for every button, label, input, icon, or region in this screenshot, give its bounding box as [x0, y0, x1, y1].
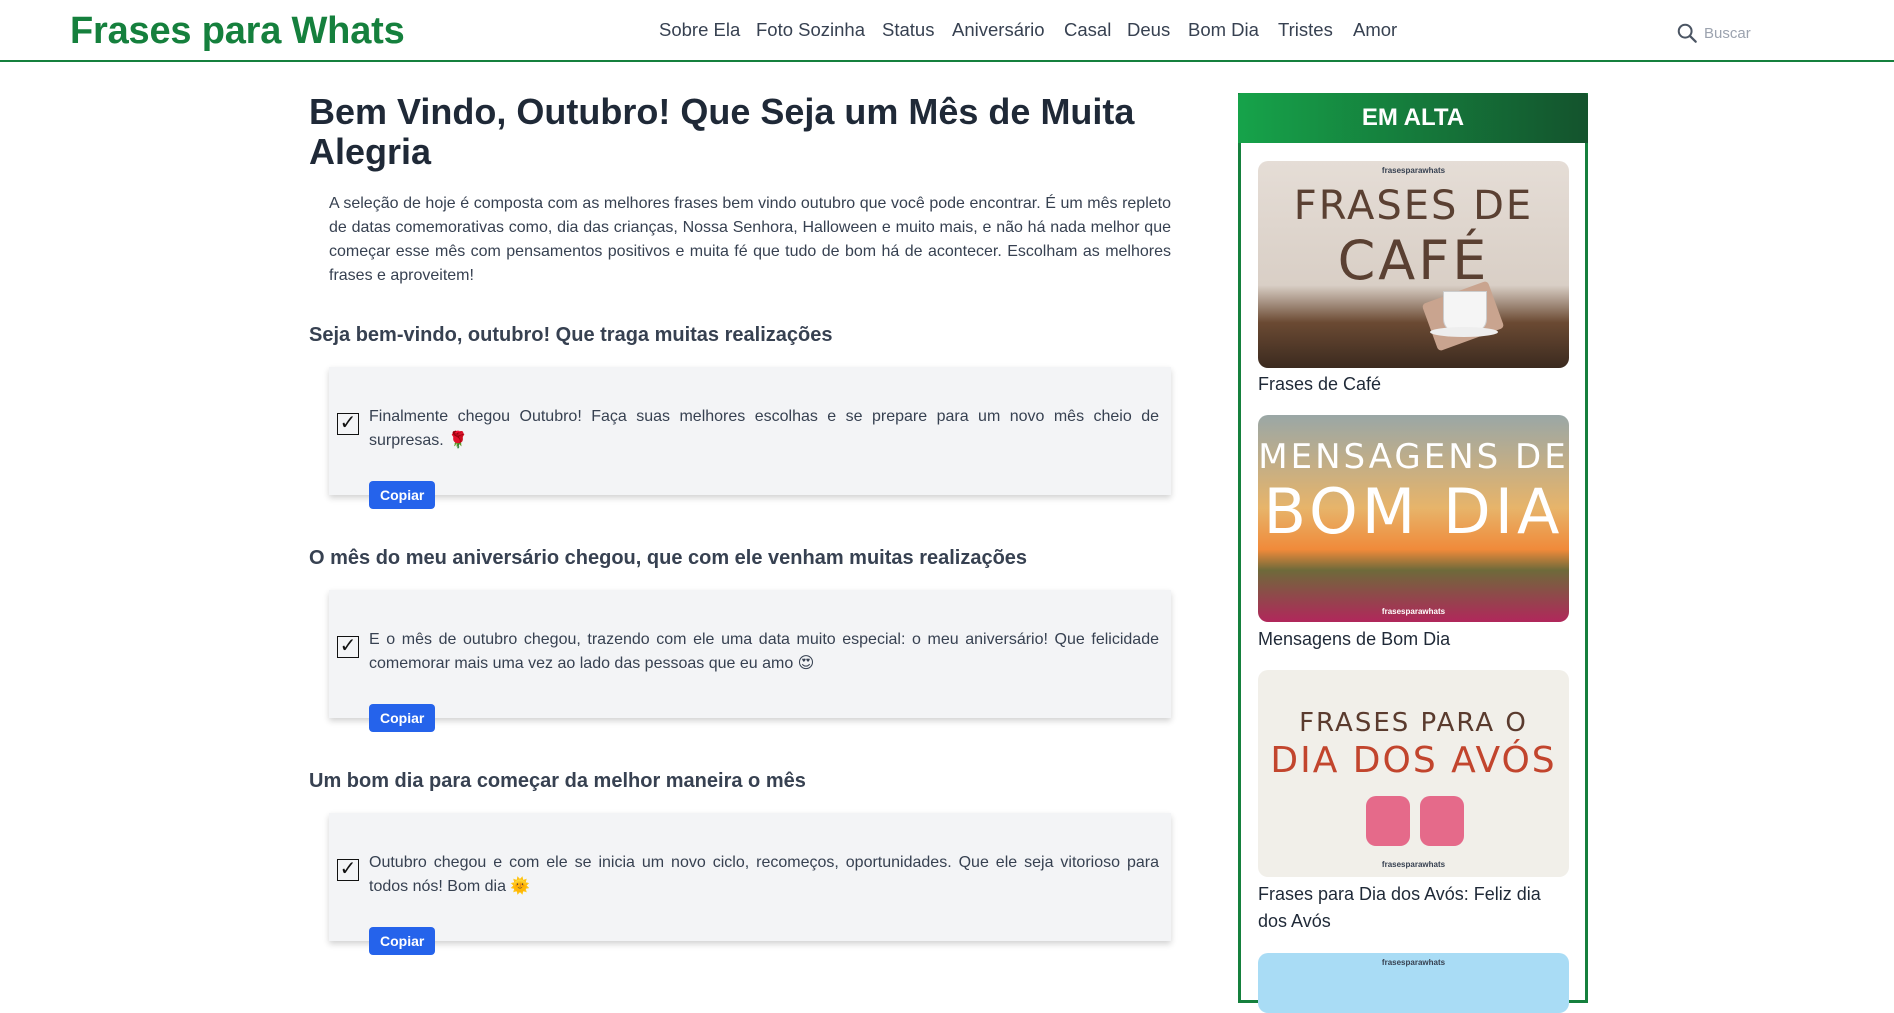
nav-bom-dia[interactable]: Bom Dia — [1188, 19, 1259, 41]
site-header: Frases para Whats Sobre Ela Foto Sozinha… — [0, 0, 1894, 62]
sidebar-item-caption[interactable]: Frases de Café — [1258, 371, 1558, 398]
nav-aniversario[interactable]: Aniversário — [952, 19, 1045, 41]
quote-text: E o mês de outubro chegou, trazendo com … — [369, 631, 1159, 672]
article-intro: A seleção de hoje é composta com as melh… — [329, 195, 1171, 284]
search-input[interactable] — [1702, 23, 1826, 43]
section-heading: Seja bem-vindo, outubro! Que traga muita… — [309, 324, 833, 346]
brand-watermark: frasesparawhats — [1381, 166, 1446, 175]
quote-card: ✓ Finalmente chegou Outubro! Faça suas m… — [329, 367, 1171, 509]
search-icon[interactable] — [1676, 22, 1698, 44]
nav-foto-sozinha[interactable]: Foto Sozinha — [756, 19, 865, 41]
brand-watermark: frasesparawhats — [1381, 607, 1446, 616]
thumbnail-mensagens-de-bom-dia[interactable]: MENSAGENS DE BOM DIA frasesparawhats — [1258, 415, 1569, 622]
brand-watermark: frasesparawhats — [1381, 860, 1446, 869]
sidebar-heading: EM ALTA — [1238, 93, 1588, 143]
thumbnail-text-line-2: CAFÉ — [1337, 229, 1490, 292]
nav-amor[interactable]: Amor — [1353, 19, 1397, 41]
thumbnail-text-line-1: FRASES DE — [1293, 183, 1534, 229]
grandfather-chair-icon — [1420, 796, 1464, 846]
quote-card: ✓ Outubro chegou e com ele se inicia um … — [329, 813, 1171, 955]
grandmother-chair-icon — [1366, 796, 1410, 846]
checkbox-icon: ✓ — [337, 859, 359, 881]
quote-section: Um bom dia para começar da melhor maneir… — [309, 770, 1171, 955]
thumbnail-text-line-1: FRASES PARA O — [1299, 708, 1528, 738]
search-box[interactable] — [1676, 22, 1826, 44]
thumbnail-frases-de-cafe[interactable]: frasesparawhats FRASES DE CAFÉ — [1258, 161, 1569, 368]
quote-section: Seja bem-vindo, outubro! Que traga muita… — [309, 324, 1171, 509]
copy-button[interactable]: Copiar — [369, 927, 436, 955]
site-logo[interactable]: Frases para Whats — [70, 10, 405, 53]
copy-button[interactable]: Copiar — [369, 704, 436, 732]
sidebar-item-caption[interactable]: Frases para Dia dos Avós: Feliz dia dos … — [1258, 881, 1558, 935]
trending-sidebar: EM ALTA frasesparawhats FRASES DE CAFÉ F… — [1238, 93, 1588, 1013]
saucer-shape — [1430, 327, 1498, 337]
thumbnail-text-line-2: BOM DIA — [1263, 475, 1564, 548]
copy-button[interactable]: Copiar — [369, 481, 436, 509]
quote-card: ✓ E o mês de outubro chegou, trazendo co… — [329, 590, 1171, 732]
quote-text: Finalmente chegou Outubro! Faça suas mel… — [369, 408, 1159, 449]
nav-tristes[interactable]: Tristes — [1278, 19, 1333, 41]
thumbnail-text-line-1: MENSAGENS DE — [1258, 437, 1569, 477]
section-heading: Um bom dia para começar da melhor maneir… — [309, 770, 806, 792]
quote-section: O mês do meu aniversário chegou, que com… — [309, 547, 1171, 732]
nav-casal[interactable]: Casal — [1064, 19, 1111, 41]
nav-status[interactable]: Status — [882, 19, 934, 41]
page-title: Bem Vindo, Outubro! Que Seja um Mês de M… — [309, 91, 1135, 172]
thumbnail-text-line-2: DIA DOS AVÓS — [1270, 740, 1557, 781]
nav-deus[interactable]: Deus — [1127, 19, 1170, 41]
thumbnail-partial[interactable]: frasesparawhats — [1258, 953, 1569, 1013]
article: Bem Vindo, Outubro! Que Seja um Mês de M… — [309, 91, 1171, 955]
nav-sobre-ela[interactable]: Sobre Ela — [659, 19, 740, 41]
section-heading: O mês do meu aniversário chegou, que com… — [309, 547, 1028, 569]
quote-text: Outubro chegou e com ele se inicia um no… — [369, 854, 1159, 895]
sidebar-item-caption[interactable]: Mensagens de Bom Dia — [1258, 626, 1558, 653]
brand-watermark: frasesparawhats — [1381, 958, 1446, 967]
checkbox-icon: ✓ — [337, 636, 359, 658]
thumbnail-frases-dia-dos-avos[interactable]: FRASES PARA O DIA DOS AVÓS frasesparawha… — [1258, 670, 1569, 877]
checkbox-icon: ✓ — [337, 413, 359, 435]
